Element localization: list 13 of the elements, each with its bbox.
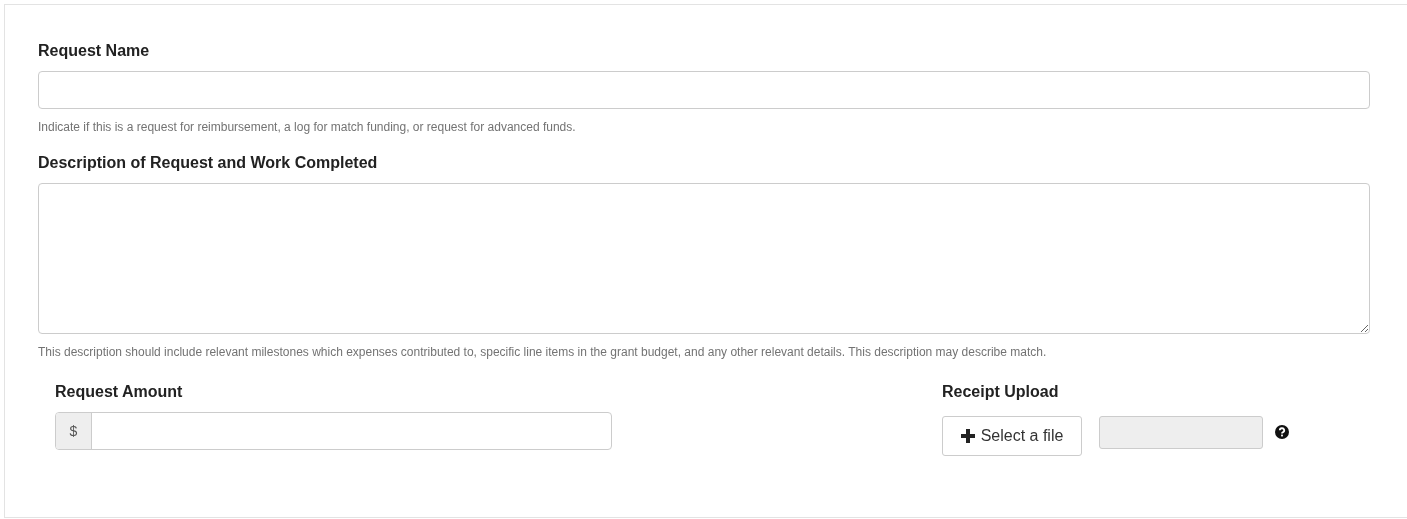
- help-text: This description should include relevant milestones which expenses contributed to, specific line items in the grant budget, and any other relevant details. This description may describe match.: [38, 344, 1047, 360]
- select-file-button[interactable]: Select a file: [942, 416, 1082, 456]
- plus-icon: [960, 429, 975, 443]
- field-label: Request Amount: [55, 382, 183, 402]
- help-icon[interactable]: [1275, 425, 1289, 439]
- text-input[interactable]: [38, 71, 1370, 109]
- currency-prefix: $: [56, 413, 92, 449]
- field-label: Receipt Upload: [942, 382, 1059, 402]
- field-label: Request Name: [38, 41, 150, 61]
- text-area[interactable]: [38, 183, 1370, 334]
- help-text: Indicate if this is a request for reimbursement, a log for match funding, or request for advanced funds.: [38, 119, 576, 135]
- field-label: Description of Request and Work Completed: [38, 153, 378, 173]
- amount-field[interactable]: $: [55, 412, 612, 450]
